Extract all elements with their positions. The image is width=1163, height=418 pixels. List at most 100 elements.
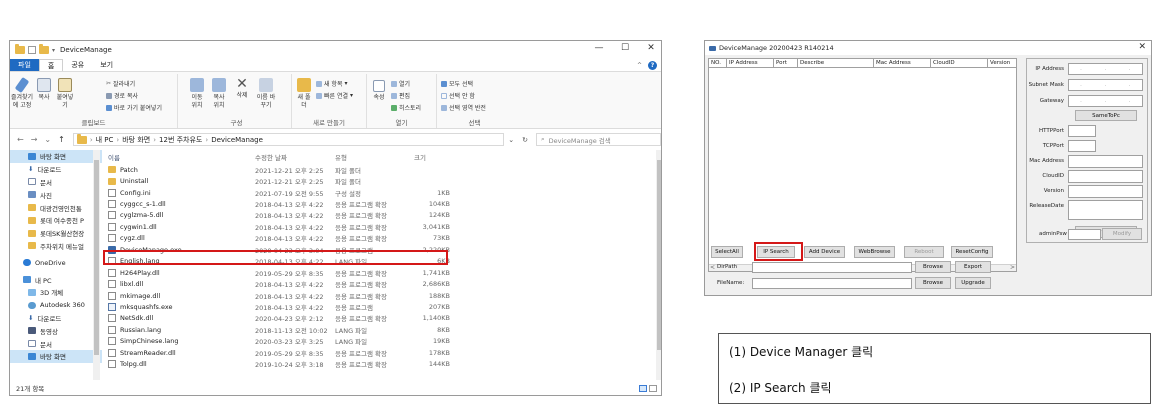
file-row[interactable]: cyglzma-5.dll 2018-04-13 오후 4:22 응용 프로그램 확… [105,210,660,221]
reboot-button[interactable]: Reboot [904,246,944,258]
nav-item-pc-documents[interactable]: 문서 [10,337,102,350]
paste-button[interactable]: 붙여넣기 [54,78,76,110]
easy-access-button[interactable]: 빠른 연결 ▾ [316,91,353,100]
subnet-mask-field[interactable]: ... [1068,79,1143,91]
history-button[interactable]: 히스토리 [391,103,421,112]
file-name-field[interactable] [752,278,912,289]
edit-button[interactable]: 편집 [391,91,410,100]
version-field[interactable] [1068,185,1143,198]
nav-item-folder-4[interactable]: 주차위치 메뉴얼 [10,240,102,253]
search-input[interactable]: ⌕ DeviceManage 검색 [536,133,661,146]
copy-path-button[interactable]: 경로 복사 [106,91,138,100]
breadcrumb-my-pc[interactable]: 내 PC [96,135,114,145]
nav-item-this-pc[interactable]: 내 PC [10,273,102,286]
help-icon[interactable]: ? [648,60,657,70]
device-grid[interactable]: NO. IP Address Port Describe Mac Address… [708,58,1017,272]
dm-close-button[interactable]: ✕ [1138,42,1146,52]
nav-item-desktop[interactable]: 바탕 화면📌 [10,150,102,163]
nav-scrollbar[interactable] [93,150,100,380]
file-row[interactable]: Russian.lang 2018-11-13 오전 10:02 LANG 파일 8K… [105,324,660,335]
invert-selection-button[interactable]: 선택 영역 반전 [441,103,486,112]
file-row[interactable]: cygwin1.dll 2018-04-13 오후 4:22 응용 프로그램 확장 3… [105,221,660,232]
file-row[interactable]: H264Play.dll 2019-05-29 오후 8:35 응용 프로그램 확장… [105,267,660,278]
copy-to-button[interactable]: 복사 위치 [210,78,228,110]
column-date[interactable]: 수정한 날짜 [255,152,335,162]
breadcrumb-parking[interactable]: 12번 주차유도 [159,135,202,145]
grid-col-ip[interactable]: IP Address [727,59,774,67]
column-size[interactable]: 크기 [410,152,450,162]
file-row[interactable]: Patch 2021-12-21 오후 2:25 파일 폴더 [105,164,660,175]
nav-item-folder-3[interactable]: 롯데SK월산현장 [10,227,102,240]
up-arrow-icon[interactable]: ↑ [58,135,65,144]
details-view-icon[interactable] [639,385,647,392]
grid-col-mac[interactable]: Mac Address [874,59,931,67]
grid-col-cloudid[interactable]: CloudID [931,59,988,67]
file-row[interactable]: SimpChinese.lang 2020-03-23 오후 3:25 LANG 파… [105,336,660,347]
nav-item-videos[interactable]: 동영상 [10,324,102,337]
file-row[interactable]: Config.ini 2021-07-19 오전 9:55 구성 설정 1KB [105,187,660,198]
file-row[interactable]: mkimage.dll 2018-04-13 오후 4:22 응용 프로그램 확장 1… [105,290,660,301]
file-scrollbar[interactable] [656,150,661,380]
modify-button[interactable]: Modify [1102,228,1142,240]
nav-item-documents[interactable]: 문서📌 [10,176,102,189]
nav-item-folder-1[interactable]: 대광건영인천통 [10,201,102,214]
new-folder-button[interactable]: 새 폴더 [296,78,312,110]
dir-path-field[interactable] [752,262,912,273]
column-type[interactable]: 유형 [335,152,410,162]
file-row[interactable]: StreamReader.dll 2019-05-29 오후 8:35 응용 프로그… [105,347,660,358]
tab-file[interactable]: 파일 [10,59,39,71]
scroll-left-arrow[interactable]: < [710,264,715,271]
ip-address-field[interactable]: ... [1068,63,1143,75]
grid-col-no[interactable]: NO. [709,59,727,67]
delete-button[interactable]: ✕ 삭제 [234,76,250,100]
nav-item-autodesk[interactable]: Autodesk 360 [10,299,102,312]
minimize-button[interactable]: — [593,43,605,53]
new-item-button[interactable]: 새 항목 ▾ [316,79,347,88]
open-button[interactable]: 열기 [391,79,410,88]
address-dropdown-icon[interactable]: ⌄ [508,136,514,144]
maximize-button[interactable]: ☐ [619,43,631,53]
properties-quick-icon[interactable] [28,46,36,54]
export-button[interactable]: Export [955,261,991,273]
grid-col-version[interactable]: Version [988,59,1016,67]
tcpport-field[interactable] [1068,140,1096,152]
same-to-pc-button[interactable]: SameToPc [1075,110,1137,121]
select-none-button[interactable]: 선택 안 함 [441,91,475,100]
browse-file-button[interactable]: Browse [915,277,951,289]
file-row[interactable]: cyggcc_s-1.dll 2018-04-13 오후 4:22 응용 프로그램 … [105,198,660,209]
nav-item-folder-2[interactable]: 롯데 여수종천 P [10,214,102,227]
paste-shortcut-button[interactable]: 바로 가기 붙여넣기 [106,103,162,112]
address-bar[interactable]: › 내 PC › 바탕 화면 › 12번 주차유도 › DeviceManage [72,133,505,146]
upgrade-button[interactable]: Upgrade [955,277,991,289]
mac-address-field[interactable] [1068,155,1143,168]
copy-button[interactable]: 복사 [36,78,52,102]
tab-view[interactable]: 보기 [92,59,121,71]
large-icons-view-icon[interactable] [649,385,657,392]
breadcrumb-desktop[interactable]: 바탕 화면 [122,135,150,145]
breadcrumb-devicemanage[interactable]: DeviceManage [211,136,263,144]
reset-config-button[interactable]: ResetConfig [951,246,993,258]
new-folder-quick-icon[interactable] [39,44,49,54]
file-row[interactable]: libxl.dll 2018-04-13 오후 4:22 응용 프로그램 확장 2,6… [105,278,660,289]
file-row[interactable]: Uninstall 2021-12-21 오후 2:25 파일 폴더 [105,175,660,186]
tab-home[interactable]: 홈 [38,59,64,71]
file-row[interactable]: NetSdk.dll 2020-04-23 오후 2:12 응용 프로그램 확장 1,… [105,313,660,324]
forward-arrow-icon[interactable]: → [31,135,38,144]
grid-col-describe[interactable]: Describe [798,59,874,67]
release-date-field[interactable] [1068,200,1143,220]
close-button[interactable]: ✕ [645,43,657,53]
gateway-field[interactable]: ... [1068,95,1143,107]
collapse-ribbon-icon[interactable]: ^ [637,62,642,69]
web-browse-button[interactable]: WebBrowse [854,246,895,258]
admin-psw-field[interactable] [1068,229,1101,240]
file-row[interactable]: mksquashfs.exe 2018-04-13 오후 4:22 응용 프로그램 2… [105,301,660,312]
tab-share[interactable]: 공유 [63,59,92,71]
column-name[interactable]: 이름 [105,152,255,162]
browse-dir-button[interactable]: Browse [915,261,951,273]
scroll-right-arrow[interactable]: > [1010,264,1015,271]
cut-button[interactable]: ✂ 잘라내기 [106,79,135,88]
httpport-field[interactable] [1068,125,1096,137]
nav-item-pictures[interactable]: 사진📌 [10,188,102,201]
file-row[interactable]: cygz.dll 2018-04-13 오후 4:22 응용 프로그램 확장 73KB [105,233,660,244]
add-device-button[interactable]: Add Device [804,246,845,258]
